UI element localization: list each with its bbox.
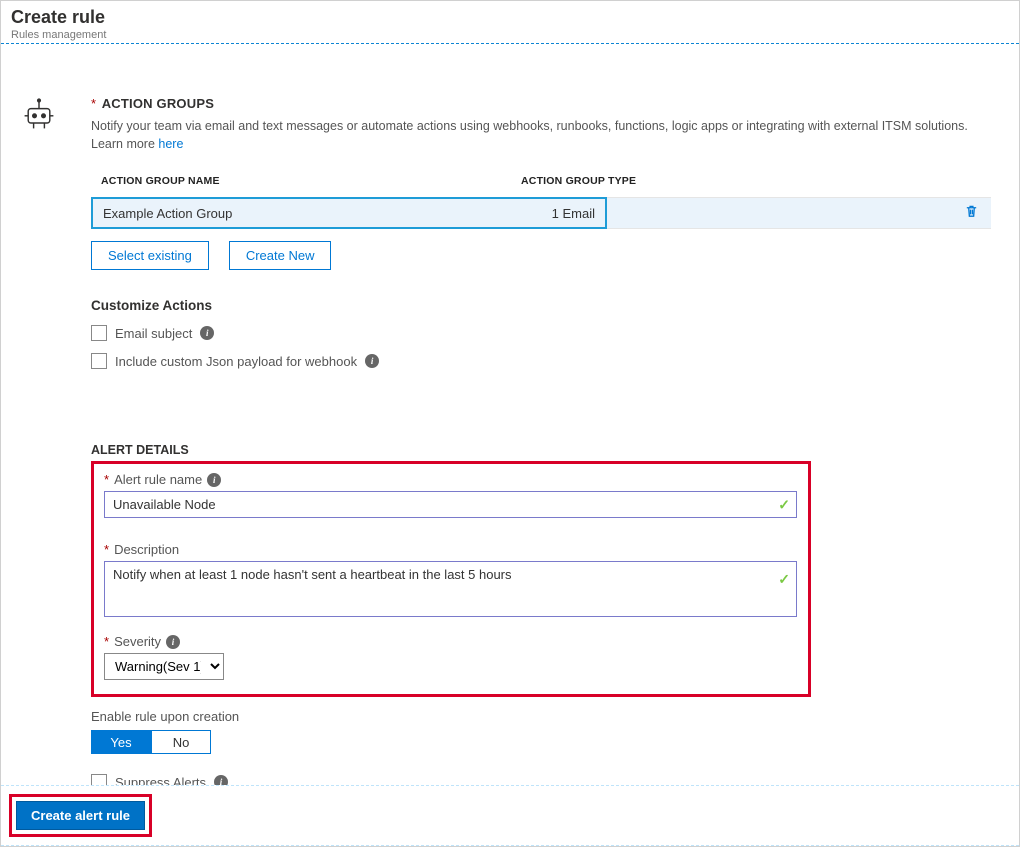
email-subject-row: Email subject i — [91, 325, 999, 341]
required-asterisk: * — [104, 634, 109, 649]
action-groups-section: * ACTION GROUPS Notify your team via ema… — [91, 96, 999, 270]
severity-select[interactable]: Warning(Sev 1) — [104, 653, 224, 680]
action-group-buttons: Select existing Create New — [91, 241, 999, 270]
action-groups-heading: ACTION GROUPS — [102, 96, 214, 111]
alert-rule-name-label: * Alert rule name i — [104, 472, 798, 487]
info-icon[interactable]: i — [207, 473, 221, 487]
alert-rule-name-input-wrap: ✓ — [104, 491, 798, 518]
enable-rule-toggle: Yes No — [91, 730, 999, 754]
action-group-type: 1 Email — [552, 206, 595, 221]
required-asterisk: * — [104, 472, 109, 487]
suppress-alerts-label: Suppress Alerts — [115, 775, 206, 785]
info-icon[interactable]: i — [200, 326, 214, 340]
check-icon: ✓ — [778, 496, 790, 513]
section-icon-col — [21, 96, 71, 765]
enable-yes-button[interactable]: Yes — [91, 730, 151, 754]
info-icon[interactable]: i — [166, 635, 180, 649]
footer: Create alert rule — [1, 785, 1019, 846]
required-asterisk: * — [104, 542, 109, 557]
action-groups-description: Notify your team via email and text mess… — [91, 117, 999, 153]
page-title: Create rule — [11, 7, 1009, 28]
severity-label-text: Severity — [114, 634, 161, 649]
action-group-row[interactable]: Example Action Group 1 Email — [91, 197, 991, 229]
action-group-table-header: ACTION GROUP NAME ACTION GROUP TYPE — [91, 175, 999, 187]
create-alert-rule-button[interactable]: Create alert rule — [16, 801, 145, 830]
action-groups-heading-row: * ACTION GROUPS — [91, 96, 999, 111]
json-payload-label: Include custom Json payload for webhook — [115, 354, 357, 369]
page-frame: Create rule Rules management — [0, 0, 1020, 847]
severity-label: * Severity i — [104, 634, 798, 649]
enable-rule-label: Enable rule upon creation — [91, 709, 999, 724]
delete-action-group-button[interactable] — [951, 204, 991, 222]
action-group-selected-cell[interactable]: Example Action Group 1 Email — [91, 197, 607, 229]
action-groups-description-text: Notify your team via email and text mess… — [91, 119, 968, 151]
check-icon: ✓ — [778, 571, 790, 588]
description-input-wrap: ✓ — [104, 561, 798, 620]
enable-no-button[interactable]: No — [151, 730, 211, 754]
page-header: Create rule Rules management — [1, 1, 1019, 44]
description-label: * Description — [104, 542, 798, 557]
create-new-button[interactable]: Create New — [229, 241, 332, 270]
action-group-name: Example Action Group — [103, 206, 232, 221]
description-label-text: Description — [114, 542, 179, 557]
json-payload-checkbox[interactable] — [91, 353, 107, 369]
page-subtitle: Rules management — [11, 29, 1009, 41]
email-subject-checkbox[interactable] — [91, 325, 107, 341]
required-asterisk: * — [91, 96, 96, 111]
json-payload-row: Include custom Json payload for webhook … — [91, 353, 999, 369]
alert-details-heading: ALERT DETAILS — [91, 443, 999, 457]
robot-icon — [21, 120, 57, 135]
suppress-alerts-checkbox[interactable] — [91, 774, 107, 785]
alert-rule-name-input[interactable] — [104, 491, 797, 518]
learn-more-link[interactable]: here — [158, 137, 183, 151]
customize-actions-section: Customize Actions Email subject i Includ… — [91, 298, 999, 369]
footer-highlight: Create alert rule — [9, 794, 152, 837]
email-subject-label: Email subject — [115, 326, 192, 341]
col-action-group-name: ACTION GROUP NAME — [91, 175, 521, 187]
customize-actions-heading: Customize Actions — [91, 298, 999, 313]
info-icon[interactable]: i — [365, 354, 379, 368]
main-column: * ACTION GROUPS Notify your team via ema… — [91, 96, 999, 765]
info-icon[interactable]: i — [214, 775, 228, 785]
trash-icon — [964, 207, 979, 222]
alert-details-highlight: * Alert rule name i ✓ * Description ✓ — [91, 461, 811, 697]
select-existing-button[interactable]: Select existing — [91, 241, 209, 270]
description-input[interactable] — [104, 561, 797, 617]
content-area: * ACTION GROUPS Notify your team via ema… — [1, 44, 1019, 785]
suppress-alerts-row: Suppress Alerts i — [91, 774, 999, 785]
col-action-group-type: ACTION GROUP TYPE — [521, 175, 999, 187]
alert-rule-name-label-text: Alert rule name — [114, 472, 202, 487]
